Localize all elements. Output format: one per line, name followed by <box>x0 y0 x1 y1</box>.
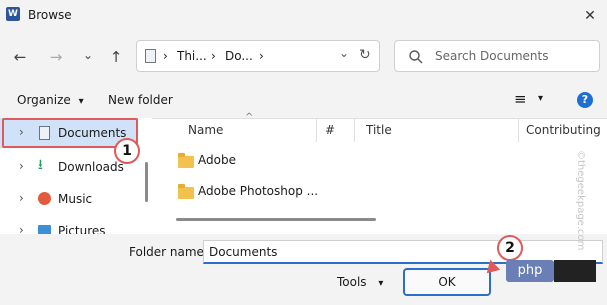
new-folder-button[interactable]: New folder <box>108 93 173 107</box>
tree-label-documents: Documents <box>58 126 127 140</box>
search-placeholder: Search Documents <box>435 49 549 63</box>
tree-chevron-icon[interactable]: › <box>19 125 24 139</box>
ok-button[interactable]: OK <box>403 268 491 296</box>
column-divider[interactable] <box>316 118 317 142</box>
organize-button[interactable]: Organize ▾ <box>17 93 84 107</box>
refresh-icon[interactable]: ↻ <box>359 47 371 63</box>
column-header-title[interactable]: Title <box>366 123 392 137</box>
tools-caret-icon: ▾ <box>378 278 384 289</box>
up-arrow-icon[interactable]: ↑ <box>106 47 126 67</box>
forward-arrow-icon[interactable]: → <box>46 47 66 67</box>
sort-caret-icon: ^ <box>245 112 254 123</box>
help-icon[interactable]: ? <box>577 92 593 108</box>
list-item[interactable]: Adobe Photoshop ... <box>170 181 570 203</box>
watermark: ©thegeekpage.com <box>575 150 586 251</box>
callout-1-badge: 1 <box>114 138 140 164</box>
recent-locations-icon[interactable]: ⌄ <box>78 45 98 65</box>
word-icon: W <box>6 7 20 21</box>
column-header-name[interactable]: Name <box>188 123 223 137</box>
tree-chevron-icon[interactable]: › <box>19 191 24 205</box>
title-bar <box>0 0 607 32</box>
column-divider[interactable] <box>518 118 519 142</box>
column-divider[interactable] <box>354 118 355 142</box>
folder-name-value: Documents <box>209 245 278 259</box>
horizontal-scrollbar[interactable] <box>176 218 376 221</box>
tree-chevron-icon[interactable]: › <box>19 159 24 173</box>
callout-2-badge: 2 <box>497 235 523 261</box>
music-icon <box>38 192 51 205</box>
nav-pane-scrollbar[interactable] <box>145 162 148 202</box>
address-bar[interactable]: › Thi... › Do... › ⌄ ↻ <box>136 40 380 72</box>
organize-label: Organize <box>17 93 71 107</box>
folder-icon <box>178 153 194 168</box>
address-sep: › <box>163 49 168 63</box>
search-box[interactable]: Search Documents <box>394 40 600 72</box>
close-icon[interactable]: ✕ <box>580 6 600 26</box>
tree-item-pictures[interactable]: › Pictures <box>0 216 138 234</box>
tools-button[interactable]: Tools ▾ <box>337 275 383 289</box>
search-icon <box>409 50 423 64</box>
folder-name-label: Folder name: <box>129 245 208 259</box>
documents-icon <box>39 126 50 140</box>
php-logo-dark-block <box>554 260 596 282</box>
tree-chevron-icon[interactable]: › <box>19 223 24 234</box>
pictures-icon <box>38 225 51 234</box>
address-sep: › <box>259 49 264 63</box>
folder-icon <box>178 184 194 199</box>
column-header-number[interactable]: # <box>325 123 335 137</box>
php-logo: php <box>506 260 554 282</box>
column-header-contributing[interactable]: Contributing <box>526 123 601 137</box>
this-pc-icon <box>145 49 156 63</box>
back-arrow-icon[interactable]: ← <box>10 47 30 67</box>
address-segment-this-pc[interactable]: Thi... <box>177 49 207 63</box>
address-segment-documents[interactable]: Do... <box>225 49 253 63</box>
tree-label-downloads: Downloads <box>58 160 124 174</box>
file-name: Adobe Photoshop ... <box>198 184 319 198</box>
view-caret-icon[interactable]: ▾ <box>538 93 543 104</box>
organize-caret-icon: ▾ <box>78 96 84 107</box>
file-name: Adobe <box>198 153 236 167</box>
address-sep: › <box>211 49 216 63</box>
list-item[interactable]: Adobe <box>170 150 570 172</box>
tree-label-music: Music <box>58 192 93 206</box>
downloads-icon: ⭳ <box>38 157 43 173</box>
window-title: Browse <box>28 8 72 22</box>
view-options-icon[interactable]: ≡ <box>514 90 527 108</box>
tree-label-pictures: Pictures <box>58 224 106 234</box>
address-dropdown-icon[interactable]: ⌄ <box>339 46 349 60</box>
tools-label: Tools <box>337 275 367 289</box>
